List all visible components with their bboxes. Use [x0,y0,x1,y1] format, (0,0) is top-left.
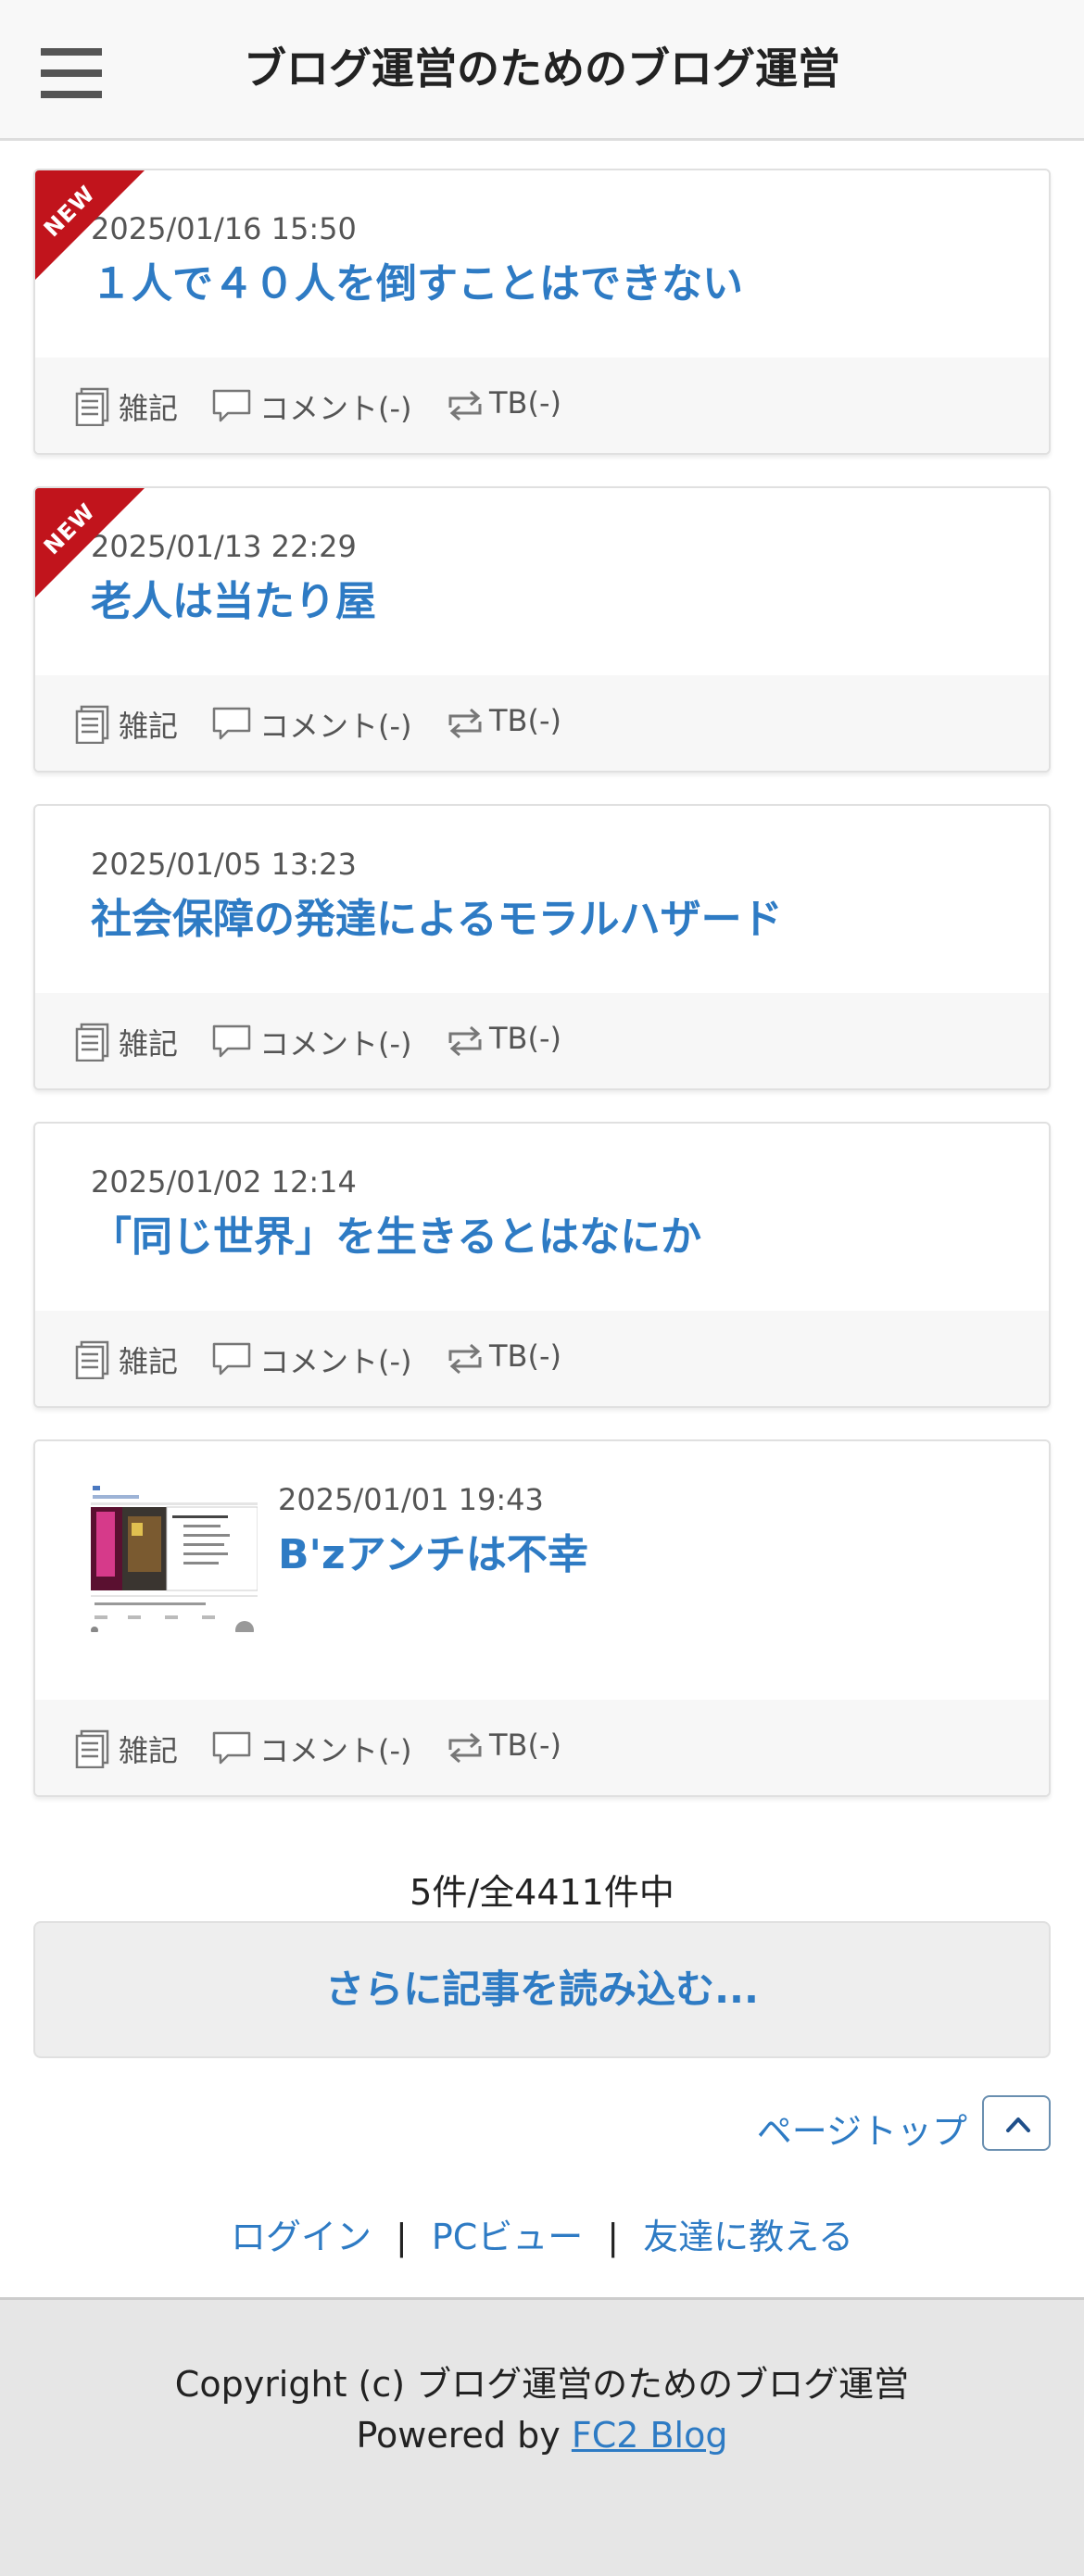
post-date: 2025/01/05 13:23 [91,847,357,882]
trackback-label: TB(-) [489,1338,562,1374]
separator: | [396,2217,408,2257]
post-meta-bar: 雑記 コメント(-) TB(-) [35,993,1049,1088]
post-card: 2025/01/16 15:50 １人で４０人を倒すことはできない 雑記 コメン… [33,169,1051,455]
post-card: 2025/01/01 19:43 B'zアンチは不幸 雑記 コメント(-) TB… [33,1439,1051,1797]
post-card: 2025/01/02 12:14 「同じ世界」を生きるとはなにか 雑記 コメント… [33,1122,1051,1408]
post-card-body: 2025/01/02 12:14 「同じ世界」を生きるとはなにか [35,1124,1049,1313]
post-meta-bar: 雑記 コメント(-) TB(-) [35,1700,1049,1795]
post-meta-bar: 雑記 コメント(-) TB(-) [35,1311,1049,1406]
comment-label: コメント(-) [259,1344,412,1379]
powered-by-prefix: Powered by [356,2415,561,2456]
category-label: 雑記 [119,1026,179,1062]
page-top-button[interactable] [982,2095,1051,2151]
post-title-link[interactable]: 「同じ世界」を生きるとはなにか [91,1203,1021,1263]
page-top-label: ページトップ [756,2111,967,2152]
speech-bubble-icon [212,1024,251,1058]
footer-links: ログイン | PCビュー | 友達に教える [0,2208,1084,2259]
trackback-icon [448,1343,482,1375]
speech-bubble-icon [212,389,251,422]
post-title-link[interactable]: B'zアンチは不幸 [278,1521,1021,1580]
category-label: 雑記 [119,1344,179,1379]
powered-by: Powered by FC2 Blog [0,2415,1084,2456]
post-title-link[interactable]: １人で４０人を倒すことはできない [91,250,1021,309]
document-icon [75,1023,109,1062]
trackback-icon [448,1732,482,1764]
document-icon [75,387,109,426]
login-link[interactable]: ログイン [231,2217,372,2257]
post-title-link[interactable]: 老人は当たり屋 [91,568,1021,627]
post-date: 2025/01/02 12:14 [91,1164,357,1200]
post-card: 2025/01/13 22:29 老人は当たり屋 雑記 コメント(-) TB(-… [33,486,1051,773]
trackback-label: TB(-) [489,703,562,738]
post-card: 2025/01/05 13:23 社会保障の発達によるモラルハザード 雑記 コメ… [33,804,1051,1090]
post-card-body: 2025/01/01 19:43 B'zアンチは不幸 [35,1441,1049,1702]
document-icon [75,1340,109,1379]
comment-label: コメント(-) [259,1733,412,1768]
comment-label: コメント(-) [259,1026,412,1062]
site-title[interactable]: ブログ運営のためのブログ運営 [0,35,1084,96]
post-meta-bar: 雑記 コメント(-) TB(-) [35,358,1049,453]
site-header: ブログ運営のためのブログ運営 [0,0,1084,141]
document-icon [75,705,109,744]
comment-label: コメント(-) [259,391,412,426]
post-card-body: 2025/01/13 22:29 老人は当たり屋 [35,488,1049,677]
separator: | [607,2217,620,2257]
page-top-link[interactable]: ページトップ [680,2095,1051,2152]
comment-label: コメント(-) [259,709,412,744]
tell-friend-link[interactable]: 友達に教える [643,2217,853,2257]
category-label: 雑記 [119,1733,179,1768]
post-card-body: 2025/01/05 13:23 社会保障の発達によるモラルハザード [35,806,1049,995]
copyright-text: Copyright (c) ブログ運営のためのブログ運営 [174,2364,910,2405]
post-meta-bar: 雑記 コメント(-) TB(-) [35,675,1049,771]
trackback-label: TB(-) [489,1021,562,1056]
post-thumbnail[interactable] [91,1484,258,1632]
speech-bubble-icon [212,1342,251,1376]
site-footer: Copyright (c) ブログ運営のためのブログ運営 Powered by … [0,2297,1084,2576]
trackback-label: TB(-) [489,1728,562,1763]
post-title-link[interactable]: 社会保障の発達によるモラルハザード [91,886,1021,945]
speech-bubble-icon [212,1731,251,1765]
trackback-label: TB(-) [489,385,562,421]
speech-bubble-icon [212,707,251,740]
category-label: 雑記 [119,709,179,744]
article-count: 5件/全4411件中 [410,1872,674,1913]
category-label: 雑記 [119,391,179,426]
trackback-icon [448,708,482,739]
pc-view-link[interactable]: PCビュー [432,2217,583,2257]
load-more-button[interactable]: さらに記事を読み込む... [33,1921,1051,2058]
trackback-icon [448,1025,482,1057]
post-date: 2025/01/01 19:43 [278,1482,544,1517]
post-card-body: 2025/01/16 15:50 １人で４０人を倒すことはできない [35,170,1049,359]
chevron-up-icon [1006,2117,1030,2132]
document-icon [75,1729,109,1768]
fc2-blog-link[interactable]: FC2 Blog [572,2415,728,2456]
trackback-icon [448,390,482,421]
